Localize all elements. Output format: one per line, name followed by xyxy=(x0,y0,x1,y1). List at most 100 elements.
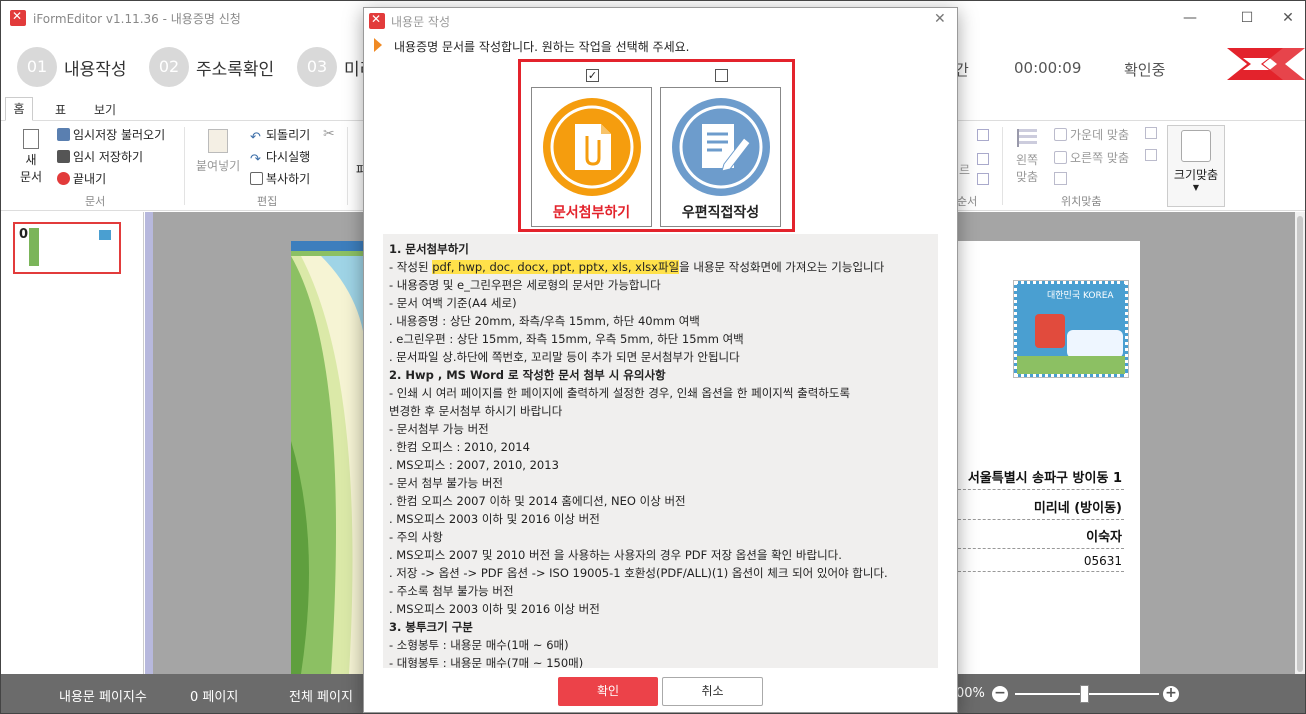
order-icon-3[interactable] xyxy=(977,173,989,185)
tab-table[interactable]: 표 xyxy=(55,101,66,118)
undo-label: 되돌리기 xyxy=(266,128,311,142)
info-line: . 한컴 오피스 2007 이하 및 2014 홈에디션, NEO 이상 버전 xyxy=(389,494,686,508)
group-label-document: 문서 xyxy=(85,195,106,208)
page-count-label: 내용문 페이지수 xyxy=(59,690,147,705)
redo-label: 다시실행 xyxy=(266,150,311,164)
window-title: iFormEditor v1.11.36 - 내용증명 신청 xyxy=(33,12,241,26)
keyboard-icon xyxy=(1067,330,1123,358)
cut-icon[interactable]: ✂ xyxy=(323,126,335,142)
dialog-close-button[interactable]: ✕ xyxy=(934,11,946,27)
info-section-3-title: 3. 봉투크기 구분 xyxy=(389,620,473,634)
scrollbar-thumb[interactable] xyxy=(1297,216,1303,672)
order-icon-1[interactable] xyxy=(977,129,989,141)
load-temp-save-button[interactable]: 임시저장 불러오기 xyxy=(57,126,165,143)
info-text: - 작성된 xyxy=(389,260,433,274)
exit-button[interactable]: 끝내기 xyxy=(57,170,106,187)
prompt-arrow-icon xyxy=(374,38,382,52)
info-line: - 대형봉투 : 내용문 매수(7매 ~ 150매) xyxy=(389,656,584,668)
group-label-position: 위치맞춤 xyxy=(1061,195,1102,208)
info-line: . 저장 -> 옵션 -> PDF 옵션 -> ISO 19005-1 호환성(… xyxy=(389,566,888,580)
dialog-logo-icon xyxy=(369,12,385,29)
align-bottom-icon[interactable] xyxy=(1054,172,1067,185)
attach-document-checkbox[interactable]: ✓ xyxy=(586,69,599,82)
align-left-button[interactable]: 왼쪽 맞춤 xyxy=(1011,129,1043,185)
distribute-h-icon[interactable] xyxy=(1145,127,1157,139)
minimize-button[interactable]: — xyxy=(1176,7,1204,29)
info-line: . 한컴 오피스 : 2010, 2014 xyxy=(389,440,530,454)
zoom-out-button[interactable]: − xyxy=(992,686,1008,702)
fit-size-icon xyxy=(1181,130,1211,162)
copy-button[interactable]: 복사하기 xyxy=(250,170,310,187)
info-line: 변경한 후 문서첨부 하시기 바랍니다 xyxy=(389,404,563,418)
info-line: . MS오피스 2003 이하 및 2016 이상 버전 xyxy=(389,602,600,616)
paste-button[interactable]: 붙여넣기 xyxy=(196,129,240,174)
temp-save-label: 임시 저장하기 xyxy=(73,150,144,164)
recipient-name: 이숙자 xyxy=(958,527,1124,549)
step-number: 03 xyxy=(297,47,337,87)
fit-size-button[interactable]: 크기맞춤 ▼ xyxy=(1167,125,1225,207)
envelope-artwork xyxy=(291,241,366,674)
compose-dialog: 내용문 작성 ✕ 내용증명 문서를 작성합니다. 원하는 작업을 선택해 주세요… xyxy=(363,7,958,713)
info-panel: 1. 문서첨부하기 - 작성된 pdf, hwp, doc, docx, ppt… xyxy=(383,234,938,668)
page-thumbnail-panel: 0 xyxy=(1,212,144,674)
undo-button[interactable]: ↶ 되돌리기 xyxy=(250,126,311,145)
maximize-button[interactable]: ☐ xyxy=(1233,7,1261,29)
close-window-button[interactable]: ✕ xyxy=(1274,7,1302,29)
new-document-icon xyxy=(23,129,39,149)
new-document-button[interactable]: 새 문서 xyxy=(16,129,46,185)
option-selection-box: ✓ 문서첨부하기 우편직접작성 xyxy=(518,59,795,232)
zoom-in-button[interactable]: + xyxy=(1163,686,1179,702)
info-line: - 주소록 첨부 불가능 버전 xyxy=(389,584,514,598)
info-line: . e그린우편 : 상단 15mm, 좌측 15mm, 우측 5mm, 하단 1… xyxy=(389,332,744,346)
dialog-title: 내용문 작성 xyxy=(391,15,451,29)
tab-view[interactable]: 보기 xyxy=(94,101,116,118)
info-line: - 문서첨부 가능 버전 xyxy=(389,422,489,436)
confirm-button[interactable]: 확인 xyxy=(558,677,658,706)
step-number: 01 xyxy=(17,47,57,87)
order-icon-2[interactable] xyxy=(977,153,989,165)
step-label: 내용작성 xyxy=(64,60,127,80)
page-thumbnail[interactable]: 0 xyxy=(13,222,121,274)
recipient-address-line1: 서울특별시 송파구 방이동 1 xyxy=(958,468,1124,490)
align-center-button[interactable]: 가운데 맞춤 xyxy=(1054,126,1129,143)
vertical-scrollbar[interactable] xyxy=(1295,212,1305,674)
dialog-prompt: 내용증명 문서를 작성합니다. 원하는 작업을 선택해 주세요. xyxy=(394,40,690,54)
info-line: . 문서파일 상.하단에 쪽번호, 꼬리말 등이 추가 되면 문서첨부가 안됩니… xyxy=(389,350,740,364)
redo-button[interactable]: ↷ 다시실행 xyxy=(250,148,311,167)
ribbon-divider xyxy=(184,127,185,205)
exit-icon xyxy=(57,172,70,185)
page-count-value: 0 페이지 xyxy=(190,690,239,705)
cancel-button[interactable]: 취소 xyxy=(662,677,763,706)
direct-write-option[interactable]: 우편직접작성 xyxy=(660,87,781,227)
ribbon-divider xyxy=(347,127,348,205)
recipient-zip: 05631 xyxy=(958,550,1124,572)
info-line: - 소형봉투 : 내용문 매수(1매 ~ 6매) xyxy=(389,638,569,652)
align-right-button[interactable]: 오른쪽 맞춤 xyxy=(1054,149,1129,166)
info-line: - 문서 여백 기준(A4 세로) xyxy=(389,296,517,310)
align-center-label: 가운데 맞춤 xyxy=(1070,128,1130,142)
direct-write-checkbox[interactable] xyxy=(715,69,728,82)
temp-save-button[interactable]: 임시 저장하기 xyxy=(57,148,143,165)
group-label-edit: 편집 xyxy=(257,195,278,208)
info-line: - 인쇄 시 여러 페이지를 한 페이지에 출력하게 설정한 경우, 인쇄 옵션… xyxy=(389,386,851,400)
align-left-label-1: 왼쪽 xyxy=(1015,153,1039,167)
align-right-icon xyxy=(1054,151,1067,164)
distribute-v-icon[interactable] xyxy=(1145,149,1157,161)
thumbnail-envelope-art xyxy=(29,228,39,266)
zoom-slider-handle[interactable] xyxy=(1079,685,1089,703)
align-left-icon xyxy=(1017,129,1037,147)
undo-icon: ↶ xyxy=(250,130,261,145)
info-line: . MS오피스 2007 및 2010 버전 을 사용하는 사용자의 경우 PD… xyxy=(389,548,842,562)
align-center-icon xyxy=(1054,128,1067,141)
new-document-label-1: 새 xyxy=(25,153,37,167)
step-number: 02 xyxy=(149,47,189,87)
workspace-ruler xyxy=(145,212,153,674)
attach-document-option[interactable]: 문서첨부하기 xyxy=(531,87,652,227)
load-temp-save-label: 임시저장 불러오기 xyxy=(73,128,166,142)
info-line: - 작성된 pdf, hwp, doc, docx, ppt, pptx, xl… xyxy=(389,258,938,276)
tab-home[interactable]: 홈 xyxy=(5,97,33,121)
save-icon xyxy=(57,150,70,163)
info-line: . MS오피스 : 2007, 2010, 2013 xyxy=(389,458,559,472)
attach-document-icon xyxy=(543,98,641,196)
copy-label: 복사하기 xyxy=(266,172,311,186)
